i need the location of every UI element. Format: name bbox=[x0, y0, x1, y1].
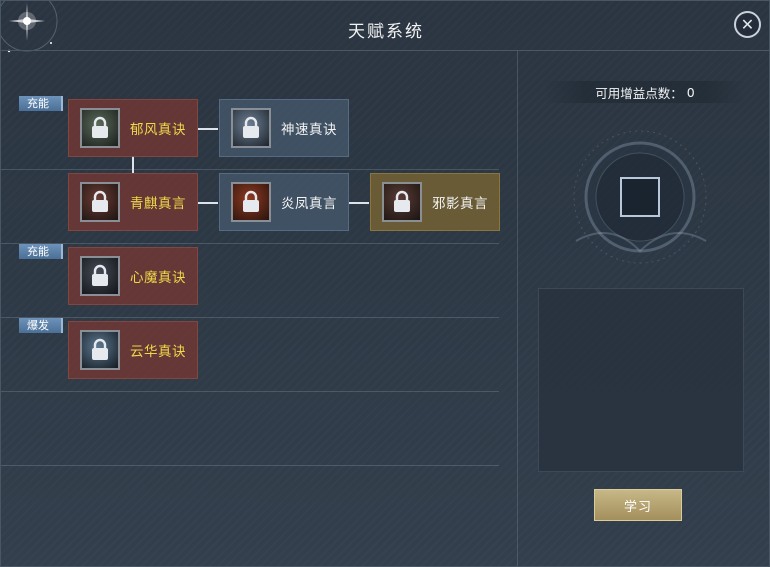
talent-label: 神速真诀 bbox=[281, 122, 337, 138]
lock-icon bbox=[92, 338, 108, 360]
talent-node-yunhua[interactable]: 云华真诀 bbox=[68, 321, 198, 379]
wind-skill-icon bbox=[80, 108, 120, 148]
lock-icon bbox=[243, 190, 259, 212]
talent-node-shensu[interactable]: 神速真诀 bbox=[219, 99, 349, 157]
talent-window: 天赋系统 ✕ 充能 充能 爆发 郁风真诀 神速真诀 青麒真言 炎凤真言 邪影真言… bbox=[0, 0, 770, 567]
panel-divider bbox=[517, 51, 518, 566]
close-button[interactable]: ✕ bbox=[734, 11, 761, 38]
points-label: 可用增益点数： bbox=[595, 85, 683, 101]
selected-talent-slot[interactable] bbox=[620, 177, 660, 217]
qilin-skill-icon bbox=[80, 182, 120, 222]
title-bar: 天赋系统 ✕ bbox=[1, 1, 769, 51]
close-icon: ✕ bbox=[740, 14, 755, 34]
row-separator bbox=[1, 243, 499, 244]
talent-node-xieying[interactable]: 邪影真言 bbox=[370, 173, 500, 231]
row-separator bbox=[1, 391, 499, 392]
row-separator bbox=[1, 317, 499, 318]
talent-label: 青麒真言 bbox=[130, 196, 186, 212]
lock-icon bbox=[243, 116, 259, 138]
cloud-skill-icon bbox=[80, 330, 120, 370]
lock-icon bbox=[394, 190, 410, 212]
lock-icon bbox=[92, 116, 108, 138]
talent-label: 郁风真诀 bbox=[130, 122, 186, 138]
talent-link bbox=[132, 156, 134, 173]
category-tag-charge: 充能 bbox=[19, 96, 63, 111]
talent-node-xinmo[interactable]: 心魔真诀 bbox=[68, 247, 198, 305]
window-title: 天赋系统 bbox=[348, 22, 424, 42]
row-separator bbox=[1, 465, 499, 466]
talent-label: 炎凤真言 bbox=[281, 196, 337, 212]
lock-icon bbox=[92, 190, 108, 212]
shadow-skill-icon bbox=[382, 182, 422, 222]
talent-link bbox=[198, 202, 218, 204]
talent-node-qingqi[interactable]: 青麒真言 bbox=[68, 173, 198, 231]
talent-label: 心魔真诀 bbox=[130, 270, 186, 286]
talent-node-yanfeng[interactable]: 炎凤真言 bbox=[219, 173, 349, 231]
talent-label: 云华真诀 bbox=[130, 344, 186, 360]
talent-node-yufeng[interactable]: 郁风真诀 bbox=[68, 99, 198, 157]
available-points-bar: 可用增益点数： 0 bbox=[544, 81, 746, 103]
category-tag-charge: 充能 bbox=[19, 244, 63, 259]
category-tag-burst: 爆发 bbox=[19, 318, 63, 333]
row-separator bbox=[1, 169, 499, 170]
learn-button[interactable]: 学习 bbox=[594, 489, 682, 521]
talent-label: 邪影真言 bbox=[432, 196, 488, 212]
talent-link bbox=[198, 128, 218, 130]
points-value: 0 bbox=[686, 84, 695, 100]
talent-description-box bbox=[538, 288, 744, 472]
talent-link bbox=[349, 202, 369, 204]
demon-skill-icon bbox=[80, 256, 120, 296]
speed-skill-icon bbox=[231, 108, 271, 148]
phoenix-skill-icon bbox=[231, 182, 271, 222]
lock-icon bbox=[92, 264, 108, 286]
